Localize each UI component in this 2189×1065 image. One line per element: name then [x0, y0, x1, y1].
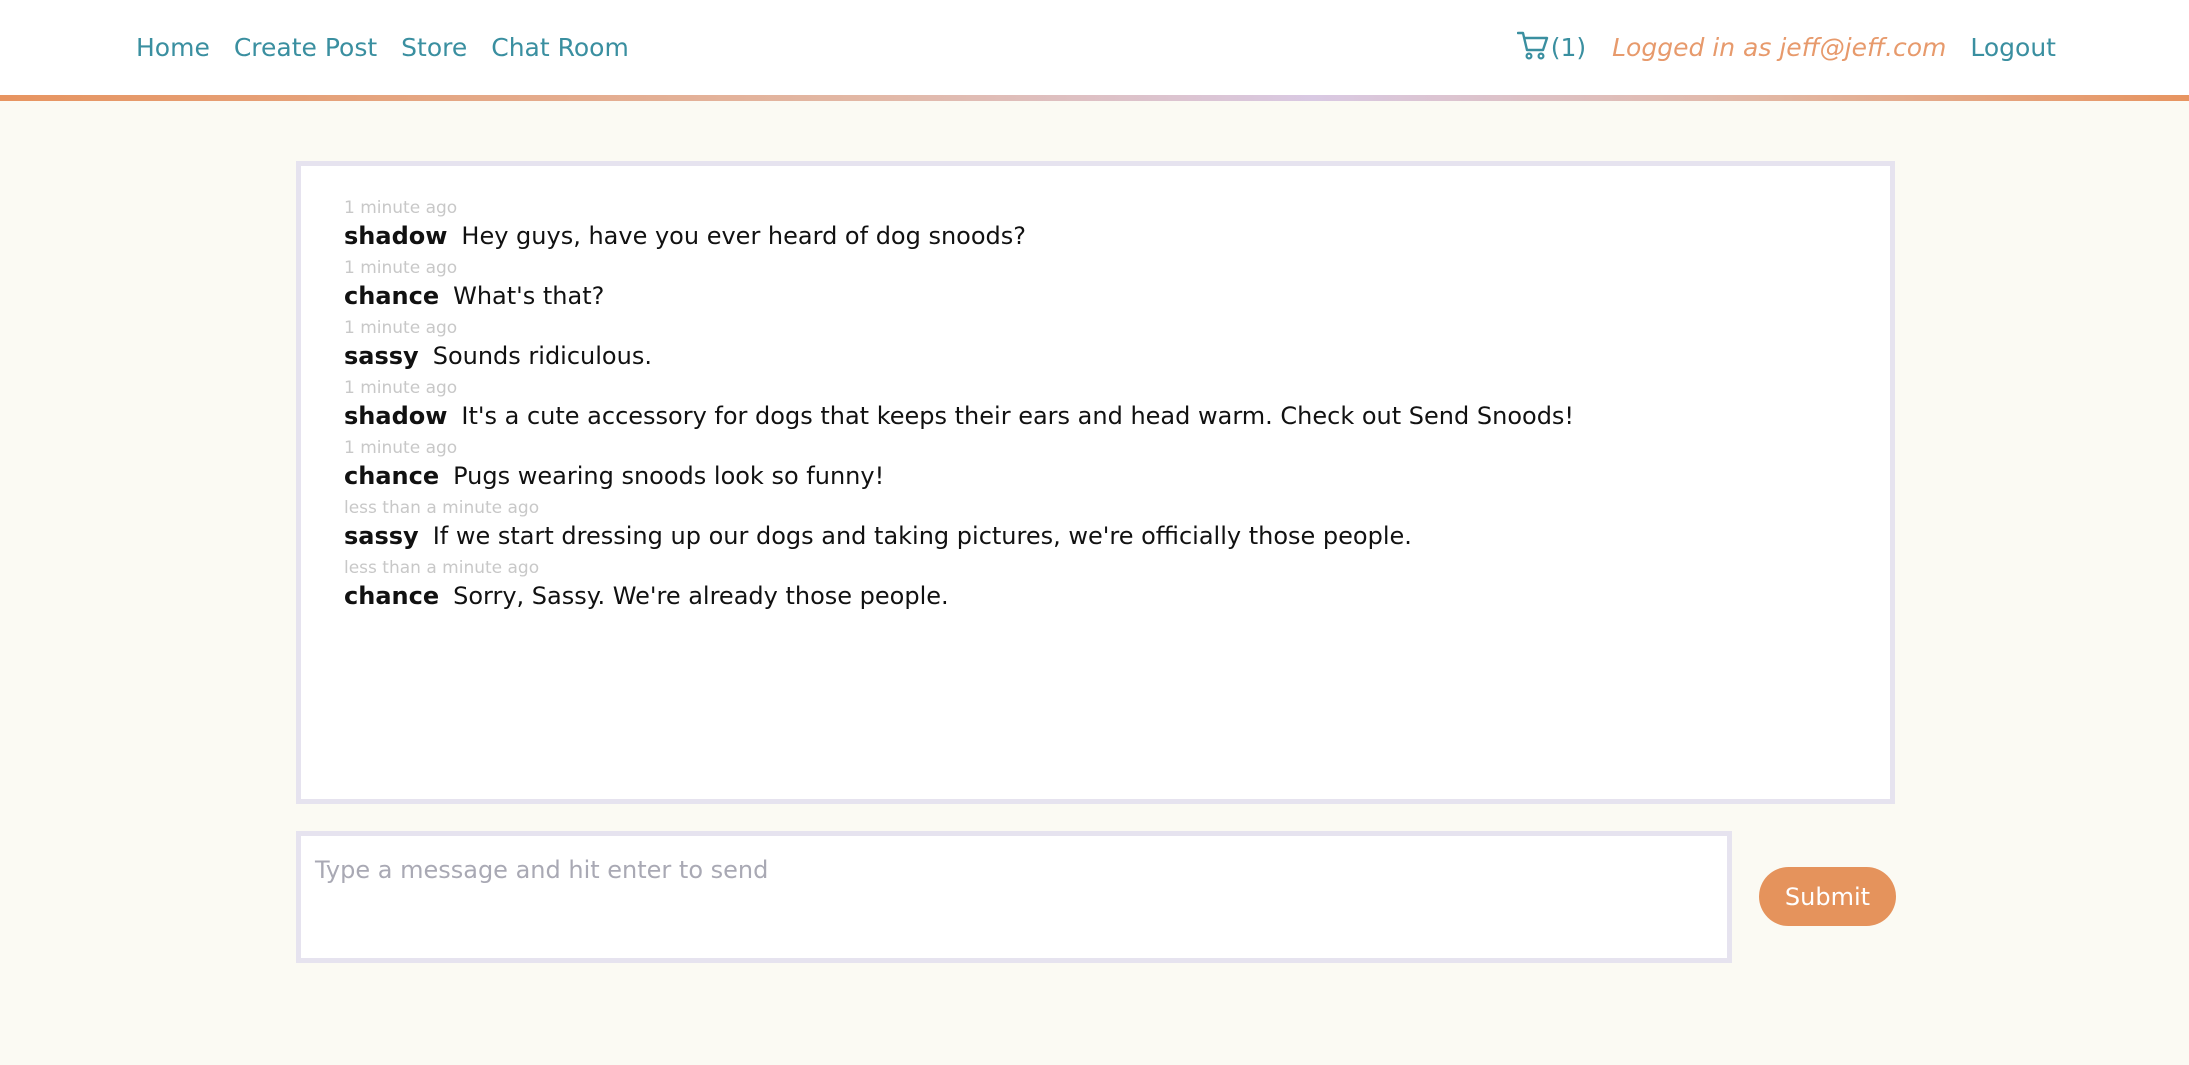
nav-link-chat-room[interactable]: Chat Room [491, 33, 629, 62]
top-navbar: Home Create Post Store Chat Room (1) Log… [0, 0, 2189, 95]
message-line: chance Pugs wearing snoods look so funny! [344, 460, 884, 492]
message-composer [296, 831, 1732, 963]
message-input[interactable] [301, 836, 1727, 958]
chat-message: 1 minute ago shadow It's a cute accessory … [344, 378, 1870, 438]
navbar-divider [0, 95, 2189, 101]
chat-message: 1 minute ago chance Pugs wearing snoods lo… [344, 438, 1870, 498]
logout-link[interactable]: Logout [1970, 33, 2056, 62]
message-text: Hey guys, have you ever heard of dog sno… [461, 222, 1027, 250]
nav-user-area: (1) Logged in as jeff@jeff.com Logout [1516, 0, 2056, 95]
message-text: Sorry, Sassy. We're already those people… [453, 582, 949, 610]
cart-count: (1) [1550, 33, 1587, 62]
chat-message: 1 minute ago shadow Hey guys, have you eve… [344, 198, 1870, 258]
message-username: sassy [344, 342, 419, 370]
message-username: chance [344, 282, 440, 310]
message-line: chance What's that? [344, 280, 604, 312]
message-timestamp: 1 minute ago [344, 318, 458, 338]
submit-button[interactable]: Submit [1759, 867, 1896, 926]
message-timestamp: 1 minute ago [344, 438, 458, 458]
cart-link[interactable]: (1) [1516, 30, 1587, 66]
nav-links: Home Create Post Store Chat Room [136, 0, 653, 95]
shopping-cart-icon [1516, 30, 1551, 66]
chat-message-panel[interactable]: 1 minute ago shadow Hey guys, have you eve… [296, 161, 1895, 804]
message-username: chance [344, 582, 440, 610]
message-text: If we start dressing up our dogs and tak… [432, 522, 1412, 550]
chat-message: less than a minute ago sassy If we start d… [344, 498, 1870, 558]
message-timestamp: less than a minute ago [344, 558, 540, 578]
message-timestamp: 1 minute ago [344, 198, 458, 218]
message-line: shadow It's a cute accessory for dogs tha… [344, 400, 1574, 432]
message-text: What's that? [453, 282, 605, 310]
message-timestamp: 1 minute ago [344, 378, 458, 398]
message-timestamp: less than a minute ago [344, 498, 540, 518]
chat-message: 1 minute ago sassy Sounds ridiculous. [344, 318, 1870, 378]
message-line: chance Sorry, Sassy. We're already those … [344, 580, 949, 612]
message-username: chance [344, 462, 440, 490]
message-username: shadow [344, 402, 448, 430]
message-text: It's a cute accessory for dogs that keep… [461, 402, 1575, 430]
nav-link-store[interactable]: Store [401, 33, 467, 62]
chat-message: 1 minute ago chance What's that? [344, 258, 1870, 318]
message-text: Pugs wearing snoods look so funny! [453, 462, 885, 490]
logged-in-status: Logged in as jeff@jeff.com [1612, 33, 1947, 62]
message-line: sassy If we start dressing up our dogs an… [344, 520, 1412, 552]
message-line: shadow Hey guys, have you ever heard of d… [344, 220, 1026, 252]
message-username: shadow [344, 222, 448, 250]
message-text: Sounds ridiculous. [432, 342, 652, 370]
nav-link-create-post[interactable]: Create Post [234, 33, 377, 62]
nav-link-home[interactable]: Home [136, 33, 210, 62]
chat-message: less than a minute ago chance Sorry, Sassy… [344, 558, 1870, 618]
message-timestamp: 1 minute ago [344, 258, 458, 278]
message-username: sassy [344, 522, 419, 550]
message-list: 1 minute ago shadow Hey guys, have you eve… [344, 198, 1870, 618]
message-line: sassy Sounds ridiculous. [344, 340, 652, 372]
